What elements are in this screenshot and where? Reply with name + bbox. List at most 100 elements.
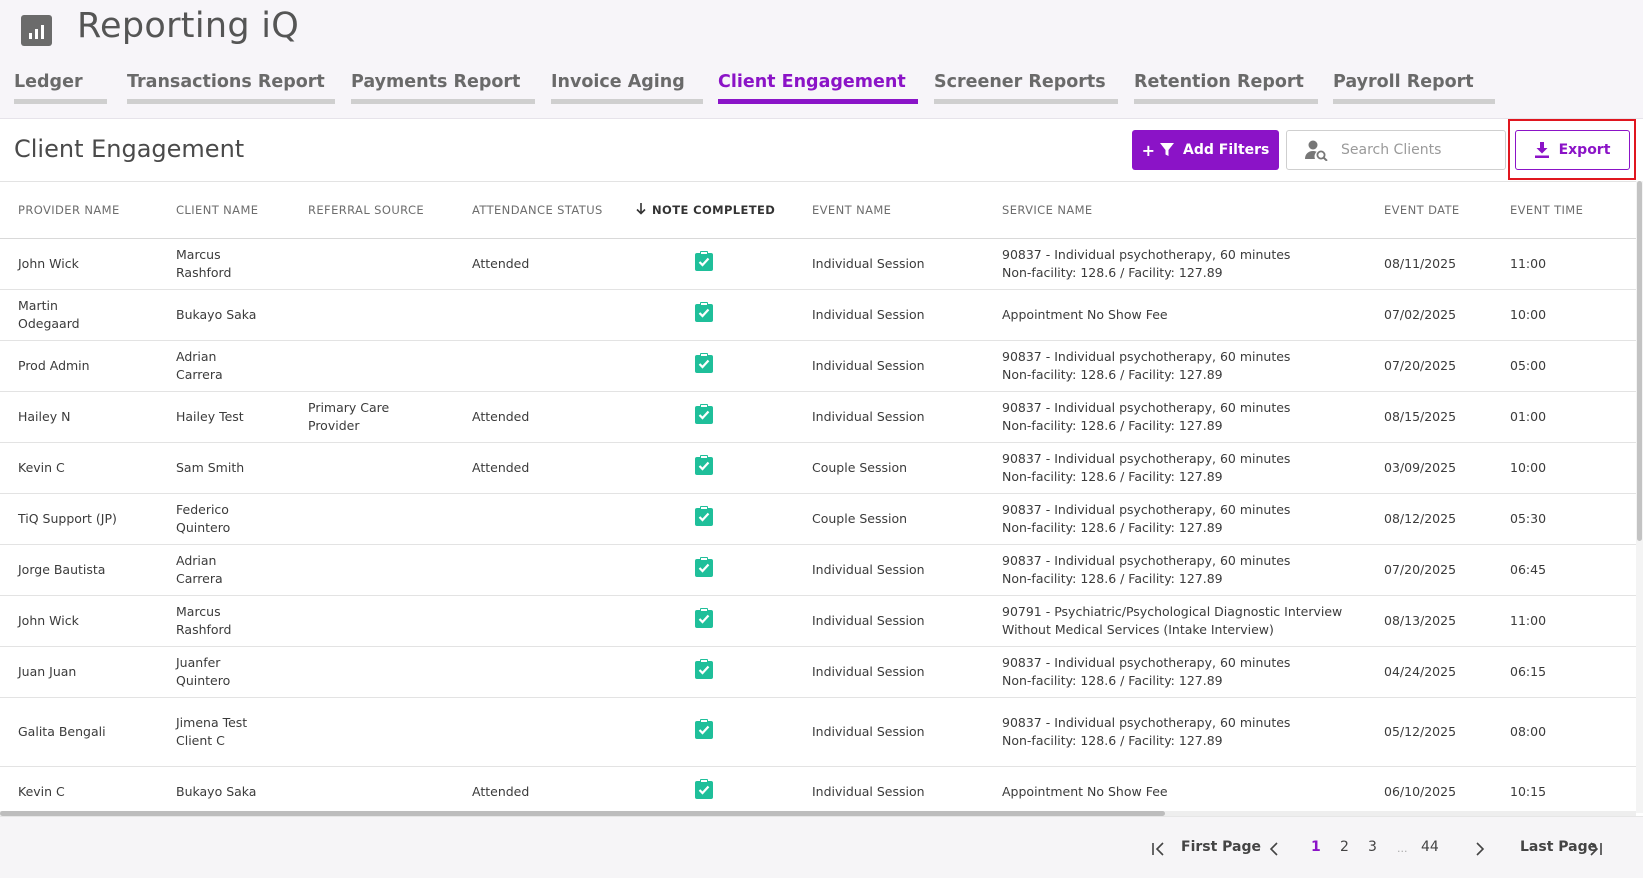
clipboard-check-icon [695,404,713,424]
export-button[interactable]: Export [1515,130,1630,170]
table-row[interactable]: Jorge Bautista Adrian Carrera Individual S… [0,544,1636,596]
referral-source-cell [290,442,454,494]
client-name-cell: Sam Smith [158,442,290,494]
event-name-cell: Individual Session [794,238,984,290]
table-row[interactable]: TiQ Support (JP) Federico Quintero Couple … [0,493,1636,545]
column-header-event-date[interactable]: EVENT DATE [1366,182,1492,239]
event-name-cell: Couple Session [794,493,984,545]
client-name-cell: Bukayo Saka [158,289,290,341]
table-row[interactable]: John Wick Marcus Rashford Attended Individu… [0,238,1636,290]
note-completed-header-label: NOTE COMPLETED [652,202,776,217]
service-name-cell: 90837 - Individual psychotherapy, 60 min… [984,493,1366,545]
attendance-status-cell: Attended [454,442,614,494]
service-name-cell: Appointment No Show Fee [984,766,1366,813]
table-row[interactable]: Hailey N Hailey Test Primary Care Provider… [0,391,1636,443]
tab-transactions-report[interactable]: Transactions Report [127,72,335,104]
column-header-client-name[interactable]: CLIENT NAME [158,182,290,239]
column-header-event-name[interactable]: EVENT NAME [794,182,984,239]
add-filters-button[interactable]: + Add Filters [1132,130,1279,170]
column-header-referral-source[interactable]: REFERRAL SOURCE [290,182,454,239]
event-time-cell: 05:00 [1492,340,1636,392]
first-page-button[interactable]: First Page [1181,839,1261,855]
app-title: Reporting iQ [77,6,300,46]
tab-ledger[interactable]: Ledger [14,72,107,104]
previous-page-icon[interactable] [1269,842,1279,856]
search-input[interactable] [1341,142,1501,158]
tab-payroll-report[interactable]: Payroll Report [1333,72,1495,104]
page-2-button[interactable]: 2 [1340,839,1349,855]
tab-screener-reports[interactable]: Screener Reports [934,72,1118,104]
tab-retention-report[interactable]: Retention Report [1134,72,1318,104]
column-header-note-completed[interactable]: NOTE COMPLETED [614,182,794,239]
tab-client-engagement[interactable]: Client Engagement [718,72,918,104]
engagement-table-container[interactable]: PROVIDER NAME CLIENT NAME REFERRAL SOURC… [0,181,1636,813]
user-search-icon [1305,140,1328,161]
table-row[interactable]: Martin Odegaard Bukayo Saka Individual Ses… [0,289,1636,341]
client-name-cell: Jimena Test Client C [158,697,290,767]
provider-name-cell: Hailey N [0,391,158,443]
clipboard-check-icon [695,659,713,679]
event-time-cell: 10:00 [1492,289,1636,341]
referral-source-cell [290,238,454,290]
clipboard-check-icon [695,779,713,799]
table-row[interactable]: Galita Bengali Jimena Test Client C Indivi… [0,697,1636,767]
page-1-button[interactable]: 1 [1311,839,1321,855]
last-page-icon[interactable] [1588,842,1602,856]
attendance-status-cell: Attended [454,766,614,813]
sort-arrow-down-icon [636,202,646,215]
event-date-cell: 07/20/2025 [1366,340,1492,392]
client-name-cell: Adrian Carrera [158,340,290,392]
client-name-cell: Bukayo Saka [158,766,290,813]
last-page-button[interactable]: Last Page [1520,839,1597,855]
note-completed-cell [614,646,794,698]
event-name-cell: Individual Session [794,391,984,443]
referral-source-cell [290,646,454,698]
event-name-cell: Individual Session [794,697,984,767]
search-clients-box[interactable] [1286,130,1506,170]
provider-name-cell: John Wick [0,238,158,290]
client-name-cell: Marcus Rashford [158,238,290,290]
service-name-cell: 90837 - Individual psychotherapy, 60 min… [984,544,1366,596]
referral-source-cell [290,544,454,596]
page-title: Client Engagement [14,135,245,163]
event-time-cell: 11:00 [1492,238,1636,290]
table-row[interactable]: Prod Admin Adrian Carrera Individual Sessi… [0,340,1636,392]
attendance-status-cell [454,646,614,698]
event-name-cell: Individual Session [794,766,984,813]
pagination-ellipsis: ... [1397,842,1408,855]
provider-name-cell: Prod Admin [0,340,158,392]
note-completed-cell [614,544,794,596]
note-completed-cell [614,493,794,545]
note-completed-cell [614,442,794,494]
event-time-cell: 01:00 [1492,391,1636,443]
vertical-scroll-thumb[interactable] [1637,181,1642,541]
attendance-status-cell: Attended [454,391,614,443]
export-label: Export [1558,142,1611,158]
column-header-event-time[interactable]: EVENT TIME [1492,182,1636,239]
event-name-cell: Individual Session [794,544,984,596]
first-page-icon[interactable] [1152,842,1166,856]
vertical-scrollbar[interactable] [1636,181,1643,813]
provider-name-cell: Galita Bengali [0,697,158,767]
table-row[interactable]: John Wick Marcus Rashford Individual Sessi… [0,595,1636,647]
page-44-button[interactable]: 44 [1421,839,1439,855]
provider-name-cell: Juan Juan [0,646,158,698]
page-3-button[interactable]: 3 [1368,839,1377,855]
next-page-icon[interactable] [1475,842,1485,856]
event-time-cell: 06:45 [1492,544,1636,596]
report-toolbar: Client Engagement + Add Filters Export [0,119,1643,181]
table-row[interactable]: Kevin C Sam Smith Attended Couple Session 90… [0,442,1636,494]
service-name-cell: 90837 - Individual psychotherapy, 60 min… [984,442,1366,494]
table-row[interactable]: Kevin C Bukayo Saka Attended Individual Ses… [0,766,1636,813]
referral-source-cell: Primary Care Provider [290,391,454,443]
table-row[interactable]: Juan Juan Juanfer Quintero Individual Sess… [0,646,1636,698]
column-header-service-name[interactable]: SERVICE NAME [984,182,1366,239]
column-header-provider-name[interactable]: PROVIDER NAME [0,182,158,239]
tab-invoice-aging[interactable]: Invoice Aging [551,72,703,104]
add-filters-label: Add Filters [1183,142,1270,158]
column-header-attendance-status[interactable]: ATTENDANCE STATUS [454,182,614,239]
event-date-cell: 04/24/2025 [1366,646,1492,698]
event-name-cell: Couple Session [794,442,984,494]
tab-payments-report[interactable]: Payments Report [351,72,535,104]
event-name-cell: Individual Session [794,595,984,647]
